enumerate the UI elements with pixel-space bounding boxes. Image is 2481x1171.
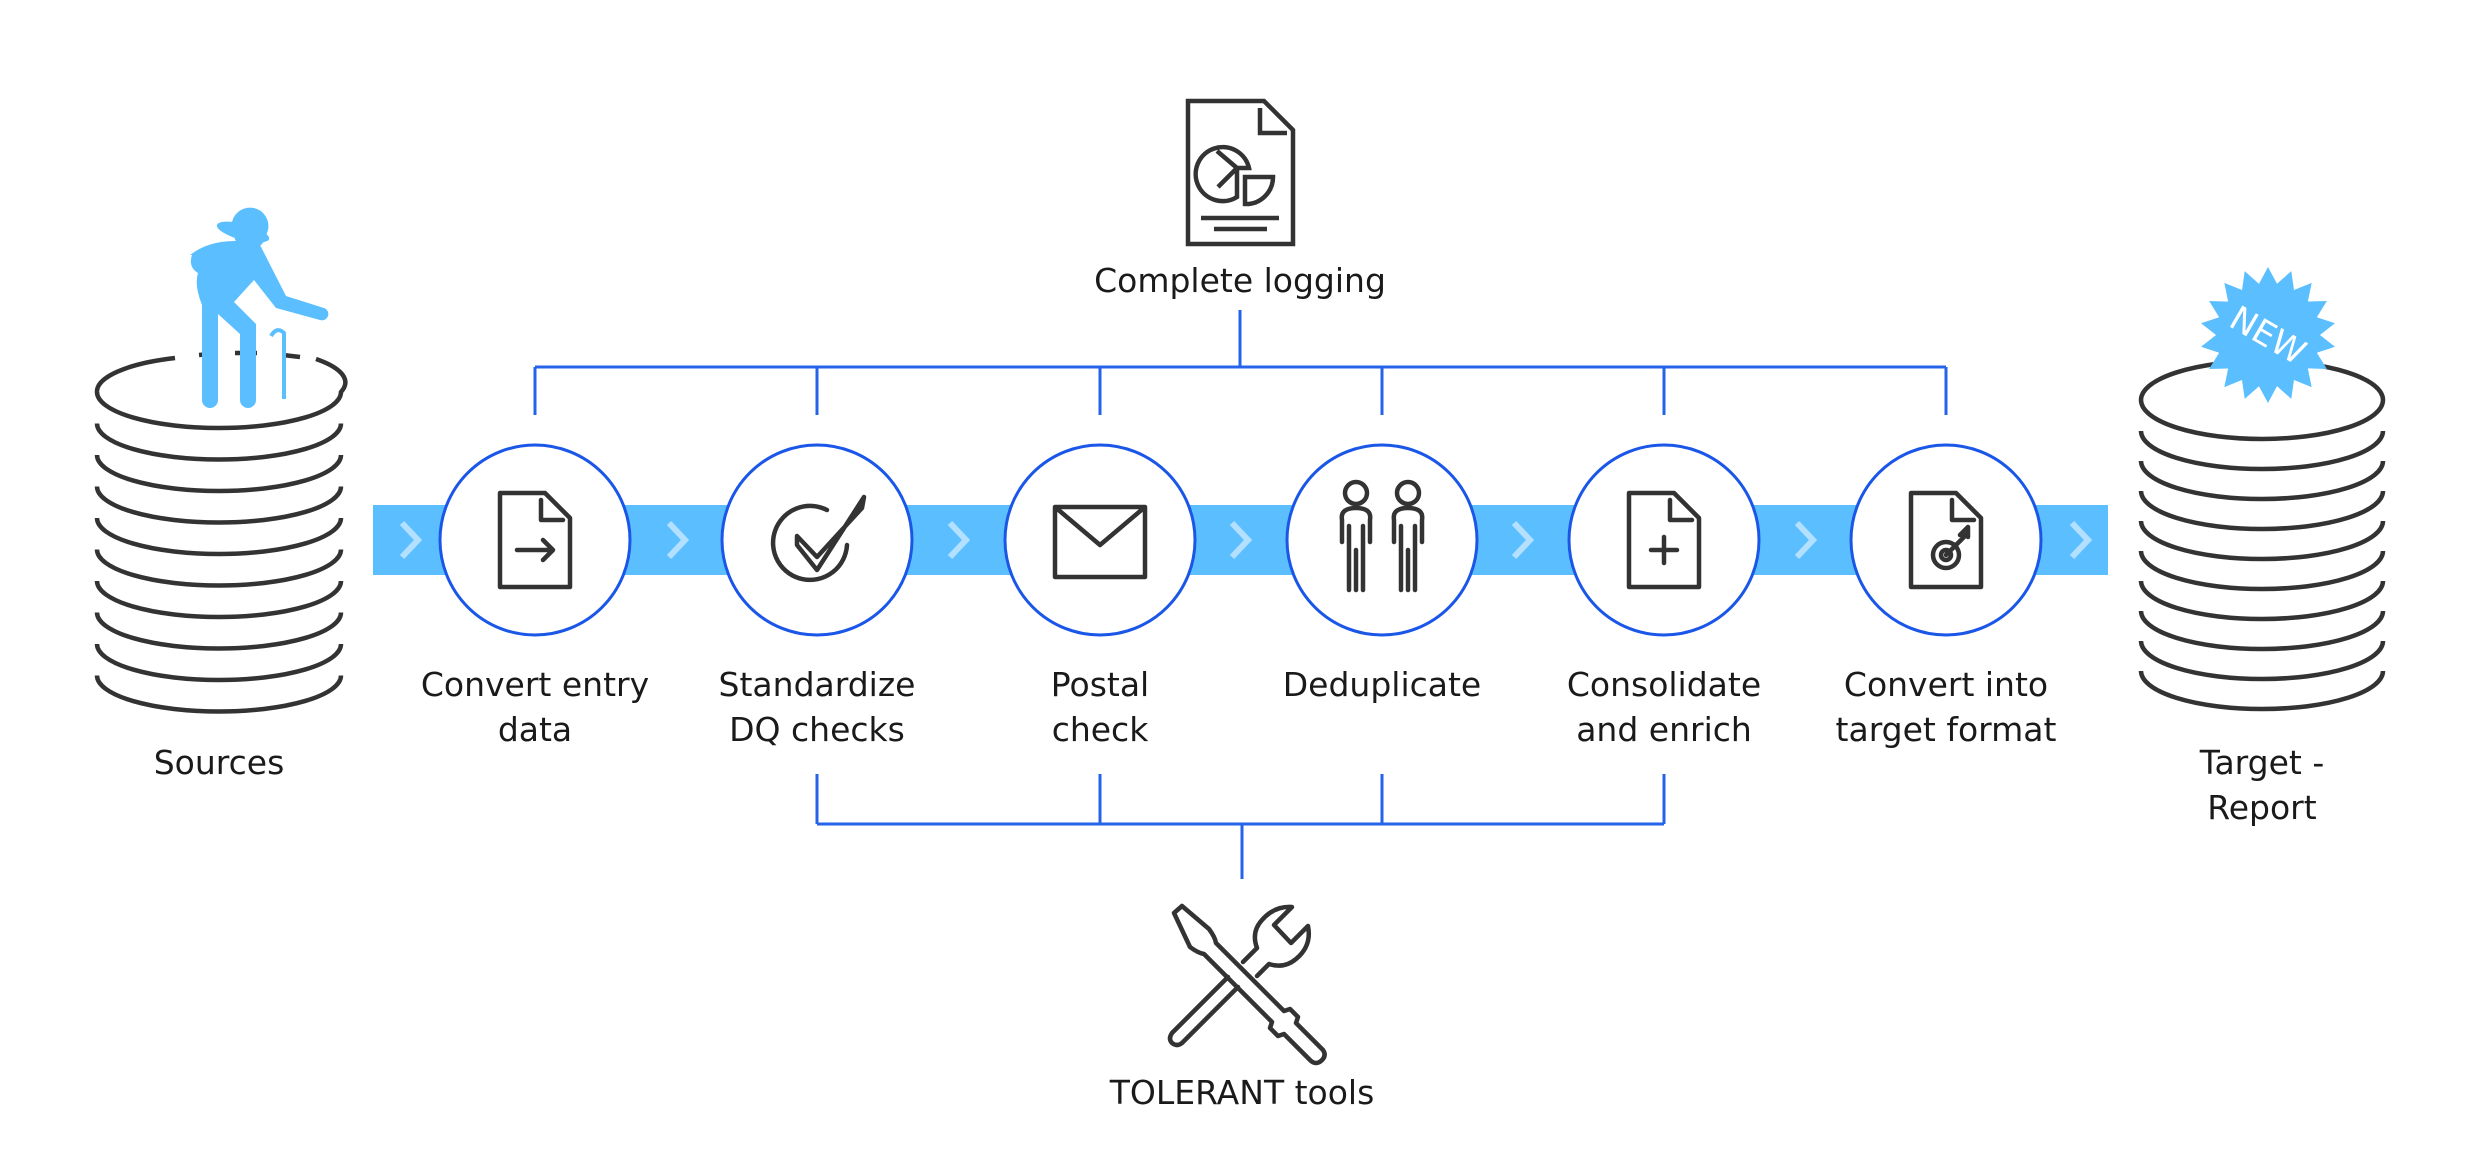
step-label: Convert into target format <box>1835 665 2057 749</box>
database-ring <box>2138 430 2386 472</box>
target-database-icon <box>2138 358 2386 712</box>
step-label: Consolidate and enrich <box>1566 665 1762 749</box>
database-ring <box>2138 640 2386 682</box>
new-badge: NEW <box>2201 266 2335 404</box>
step-3 <box>1003 443 1197 637</box>
step-4 <box>1285 443 1479 637</box>
step-6 <box>1849 443 2043 637</box>
step-label: Standardize DQ checks <box>718 665 916 749</box>
database-ring <box>2138 490 2386 532</box>
sources-database-icon <box>94 350 348 714</box>
database-ring <box>2138 550 2386 592</box>
step-circle <box>720 443 914 637</box>
screwdriver-wrench-icon <box>1167 903 1327 1066</box>
step-label: Postal check <box>1050 665 1150 749</box>
database-ring <box>2138 610 2386 652</box>
target-label: Target - Report <box>2199 743 2325 827</box>
step-label: Deduplicate <box>1282 665 1482 704</box>
step-label: Convert entry data <box>420 665 650 749</box>
tools-bracket <box>815 774 1666 879</box>
step-5 <box>1567 443 1761 637</box>
logging-bracket <box>533 310 1948 415</box>
logging-label: Complete logging <box>1094 261 1386 300</box>
database-ring <box>2138 520 2386 562</box>
step-1 <box>438 443 632 637</box>
database-ring <box>2138 670 2386 712</box>
process-flow-band <box>373 505 2108 575</box>
database-ring <box>2138 580 2386 622</box>
database-ring <box>2138 460 2386 502</box>
step-circle <box>1003 443 1197 637</box>
process-diagram: NEW <box>94 98 2386 1066</box>
elderly-person-icon <box>190 207 329 408</box>
report-pie-chart-icon <box>1185 98 1296 247</box>
sources-label: Sources <box>153 743 285 782</box>
step-circle <box>1285 443 1479 637</box>
step-2 <box>720 443 914 637</box>
tools-label: TOLERANT tools <box>1109 1073 1375 1112</box>
step-circle <box>438 443 632 637</box>
